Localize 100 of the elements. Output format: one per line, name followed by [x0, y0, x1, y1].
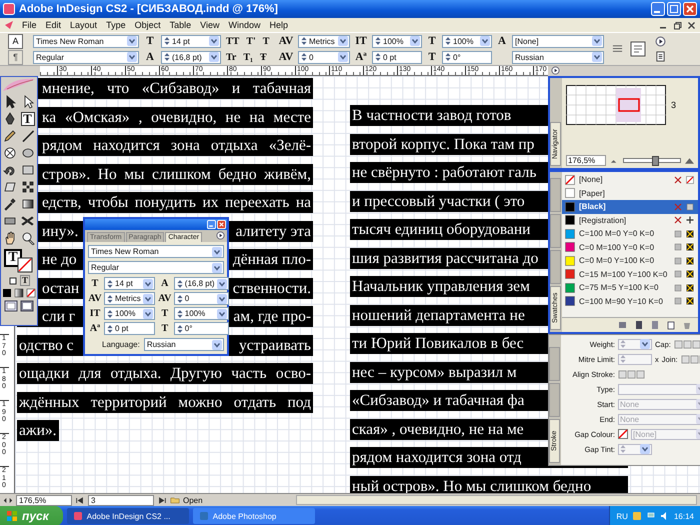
new-swatch-icon[interactable] — [666, 320, 676, 330]
dropdown-field[interactable]: Regular — [33, 50, 139, 64]
spin-arrows-icon[interactable] — [176, 308, 183, 318]
restore-icon[interactable] — [673, 20, 682, 30]
swatch-row[interactable]: C=100 M=90 Y=10 K=0 — [562, 294, 698, 308]
ellipse-frame-icon[interactable] — [2, 146, 16, 160]
spin-arrows-icon[interactable] — [164, 52, 170, 62]
dropdown-field[interactable]: Times New Roman — [33, 34, 139, 48]
pencil-icon[interactable] — [2, 129, 16, 143]
spin-arrows-icon[interactable] — [107, 324, 113, 334]
hand-icon[interactable] — [2, 231, 16, 245]
last-page-icon[interactable] — [157, 496, 167, 504]
dropdown-arrow-icon[interactable] — [212, 262, 222, 272]
swatch-row[interactable]: C=0 M=0 Y=100 K=0 — [562, 254, 698, 268]
scissors-icon[interactable] — [20, 214, 34, 228]
swatch-row[interactable]: [Black] — [562, 200, 698, 214]
spin-arrows-icon[interactable] — [445, 52, 451, 62]
font-dropdown[interactable]: Times New Roman — [88, 245, 224, 258]
spin-arrows-icon[interactable] — [176, 294, 183, 304]
gradient-fill-icon[interactable] — [14, 288, 24, 298]
spin-field[interactable]: Metrics — [104, 292, 155, 305]
spin-arrows-icon[interactable] — [301, 52, 307, 62]
list-icon[interactable] — [612, 44, 623, 54]
spin-arrows-icon[interactable] — [301, 36, 307, 46]
spin-field[interactable]: 14 pt — [161, 34, 221, 48]
gradient-icon[interactable] — [20, 197, 34, 211]
spin-field[interactable]: 14 pt — [104, 277, 155, 290]
swatch-row[interactable]: C=75 M=5 Y=100 K=0 — [562, 281, 698, 294]
dropdown-arrow-icon[interactable] — [212, 246, 222, 256]
menu-item[interactable]: Help — [265, 20, 292, 30]
none-fill-icon[interactable] — [26, 288, 36, 298]
page-thumbnail[interactable] — [566, 84, 666, 126]
maximize-icon[interactable] — [667, 2, 681, 16]
slider-thumb[interactable] — [652, 156, 659, 166]
panel-menu-icon[interactable] — [551, 66, 560, 74]
taskbar-button[interactable]: Adobe Photoshop — [192, 508, 315, 524]
language-indicator[interactable]: RU — [616, 512, 628, 520]
tint-swatch-icon[interactable] — [650, 320, 660, 330]
mode-button[interactable]: ¶ — [8, 50, 23, 64]
transform-icon[interactable] — [20, 180, 34, 194]
page-icon[interactable] — [655, 51, 666, 62]
swatch-options-icon[interactable] — [618, 320, 628, 330]
ellipse-icon[interactable] — [20, 146, 34, 160]
dropdown-arrow-icon[interactable] — [338, 52, 348, 62]
type-style-button[interactable]: T' — [244, 36, 258, 46]
dropdown-arrow-icon[interactable] — [592, 52, 602, 62]
eyedropper-icon[interactable] — [2, 197, 16, 211]
dropdown-arrow-icon[interactable] — [592, 36, 602, 46]
shear-icon[interactable] — [2, 180, 16, 194]
dropdown-arrow-icon[interactable] — [127, 52, 137, 62]
dropdown-arrow-icon[interactable] — [480, 36, 490, 46]
dropdown-arrow-icon[interactable] — [142, 308, 153, 318]
spin-arrows-icon[interactable] — [107, 308, 113, 318]
type-tool-button[interactable]: T — [20, 112, 34, 126]
spin-arrows-icon[interactable] — [445, 36, 451, 46]
minimize-icon[interactable] — [651, 2, 665, 16]
spin-field[interactable]: 0 pt — [372, 50, 422, 64]
menu-item[interactable]: File — [18, 20, 41, 30]
type-style-button[interactable]: T₁ — [241, 52, 256, 62]
app-icon[interactable] — [4, 20, 14, 30]
swatch-row[interactable]: C=0 M=100 Y=0 K=0 — [562, 240, 698, 254]
spin-field[interactable]: 100% — [372, 34, 422, 48]
dropdown-arrow-icon[interactable] — [142, 294, 153, 304]
swatch-row[interactable]: [Registration] — [562, 214, 698, 227]
stroke-swatch-icon[interactable] — [17, 257, 33, 273]
preview-view-icon[interactable] — [20, 300, 34, 312]
color-swatch-icon[interactable] — [634, 320, 644, 330]
dropdown-field[interactable]: Russian — [512, 50, 604, 64]
panel-menu-icon[interactable] — [216, 231, 225, 240]
type-style-button[interactable]: T — [260, 36, 272, 46]
spin-field[interactable]: 0° — [174, 322, 229, 335]
horizontal-scrollbar[interactable] — [296, 495, 697, 505]
type-style-button[interactable]: Tr — [224, 52, 238, 62]
spin-field[interactable]: 0° — [442, 50, 492, 64]
spin-field[interactable]: (16,8 pt) — [161, 50, 221, 64]
type-style-button[interactable]: TT — [224, 36, 242, 46]
spin-field[interactable]: 100% — [104, 307, 155, 320]
dropdown-arrow-icon[interactable] — [216, 294, 227, 304]
dropdown-arrow-icon[interactable] — [216, 278, 227, 288]
spin-arrows-icon[interactable] — [375, 36, 381, 46]
formatting-text-button[interactable]: T — [20, 275, 30, 286]
first-page-icon[interactable] — [75, 496, 85, 504]
dropdown-arrow-icon[interactable] — [127, 36, 137, 46]
swatch-row[interactable]: [Paper] — [562, 186, 698, 200]
zoom-slider[interactable] — [623, 158, 681, 163]
spin-arrows-icon[interactable] — [107, 294, 113, 304]
menu-item[interactable]: Type — [102, 20, 130, 30]
dropdown-arrow-icon[interactable] — [212, 340, 222, 350]
swatch-row[interactable]: C=100 M=0 Y=0 K=0 — [562, 227, 698, 240]
menu-item[interactable]: Table — [166, 20, 196, 30]
normal-view-icon[interactable] — [4, 300, 18, 312]
spin-arrows-icon[interactable] — [176, 324, 183, 334]
dropdown-arrow-icon[interactable] — [410, 36, 420, 46]
taskbar-button[interactable]: Adobe InDesign CS2 ... — [66, 508, 189, 524]
menu-item[interactable]: Edit — [42, 20, 66, 30]
zoom-field[interactable]: 176,5% — [566, 155, 606, 166]
dropdown-field[interactable]: [None] — [512, 34, 604, 48]
menu-item[interactable]: Object — [130, 20, 165, 30]
spin-field[interactable]: 0 — [298, 50, 350, 64]
spin-field[interactable]: Metrics — [298, 34, 350, 48]
